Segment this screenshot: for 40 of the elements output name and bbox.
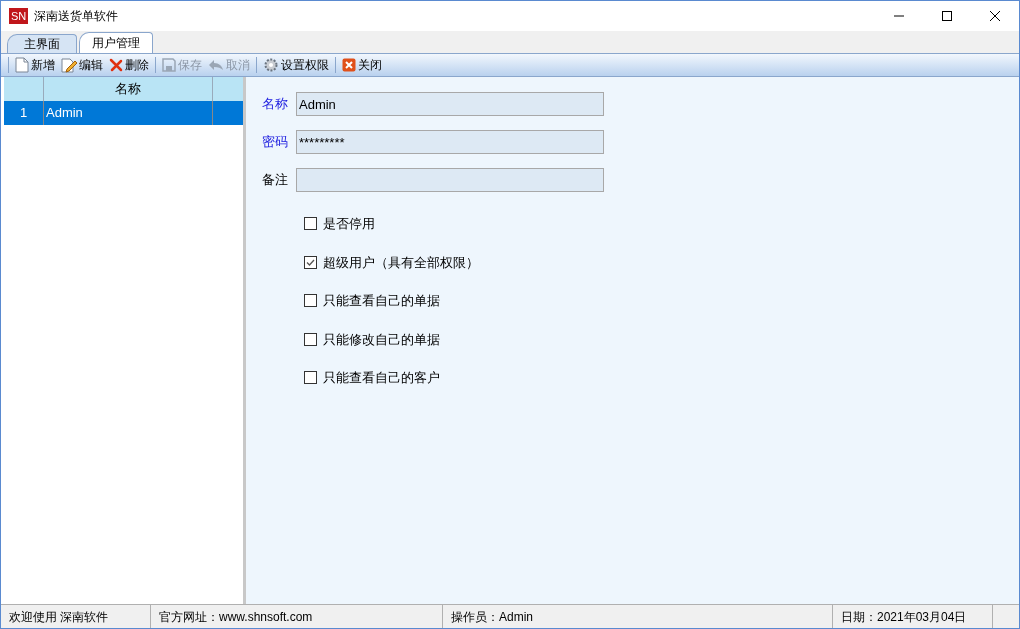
field-label: 密码 — [261, 133, 289, 152]
gear-icon — [263, 57, 279, 73]
status-text: 操作员：Admin — [443, 605, 833, 628]
close-icon — [342, 58, 356, 72]
field-label: 名称 — [261, 95, 289, 114]
toolbar-button[interactable]: 关闭 — [339, 55, 385, 75]
row-number: 1 — [4, 101, 44, 125]
page-icon — [15, 57, 29, 73]
input-field[interactable]: ********* — [296, 130, 604, 154]
close-icon[interactable] — [990, 11, 1000, 21]
tab[interactable]: 用户管理 — [79, 32, 153, 53]
toolbar-button[interactable]: 删除 — [106, 55, 152, 75]
status-text: 日期：2021年03月04日 — [833, 605, 993, 628]
status-text: 欢迎使用 深南软件 — [1, 605, 151, 628]
table-row[interactable]: 1 Admin — [4, 101, 243, 125]
window-title: 深南送货单软件 — [34, 8, 119, 25]
edit-icon — [61, 57, 77, 73]
checkbox[interactable] — [304, 217, 317, 231]
checkbox-label: 是否停用 — [323, 215, 375, 233]
checkbox[interactable] — [304, 371, 317, 385]
input-field[interactable] — [296, 168, 604, 192]
field-label: 备注 — [261, 171, 289, 190]
toolbar-button[interactable]: 设置权限 — [260, 55, 332, 75]
maximize-icon[interactable] — [942, 11, 952, 21]
cross-icon — [109, 58, 123, 72]
toolbar-button[interactable]: 新增 — [12, 55, 58, 75]
toolbar-button[interactable]: 编辑 — [58, 55, 106, 75]
checkbox[interactable] — [304, 294, 317, 308]
input-field[interactable]: Admin — [296, 92, 604, 116]
status-text: 官方网址：www.shnsoft.com — [151, 605, 443, 628]
table-cell: Admin — [44, 101, 213, 125]
checkbox-label: 只能查看自己的单据 — [323, 292, 440, 310]
checkbox[interactable] — [304, 255, 317, 269]
checkbox-label: 超级用户（具有全部权限） — [323, 253, 479, 272]
checkbox-label: 只能修改自己的单据 — [323, 330, 440, 349]
tab[interactable]: 主界面 — [7, 34, 77, 53]
checkbox[interactable] — [304, 332, 317, 346]
checkbox-label: 只能查看自己的客户 — [323, 369, 440, 387]
app-logo: SN — [9, 8, 29, 24]
back-arrow-icon — [208, 59, 224, 71]
